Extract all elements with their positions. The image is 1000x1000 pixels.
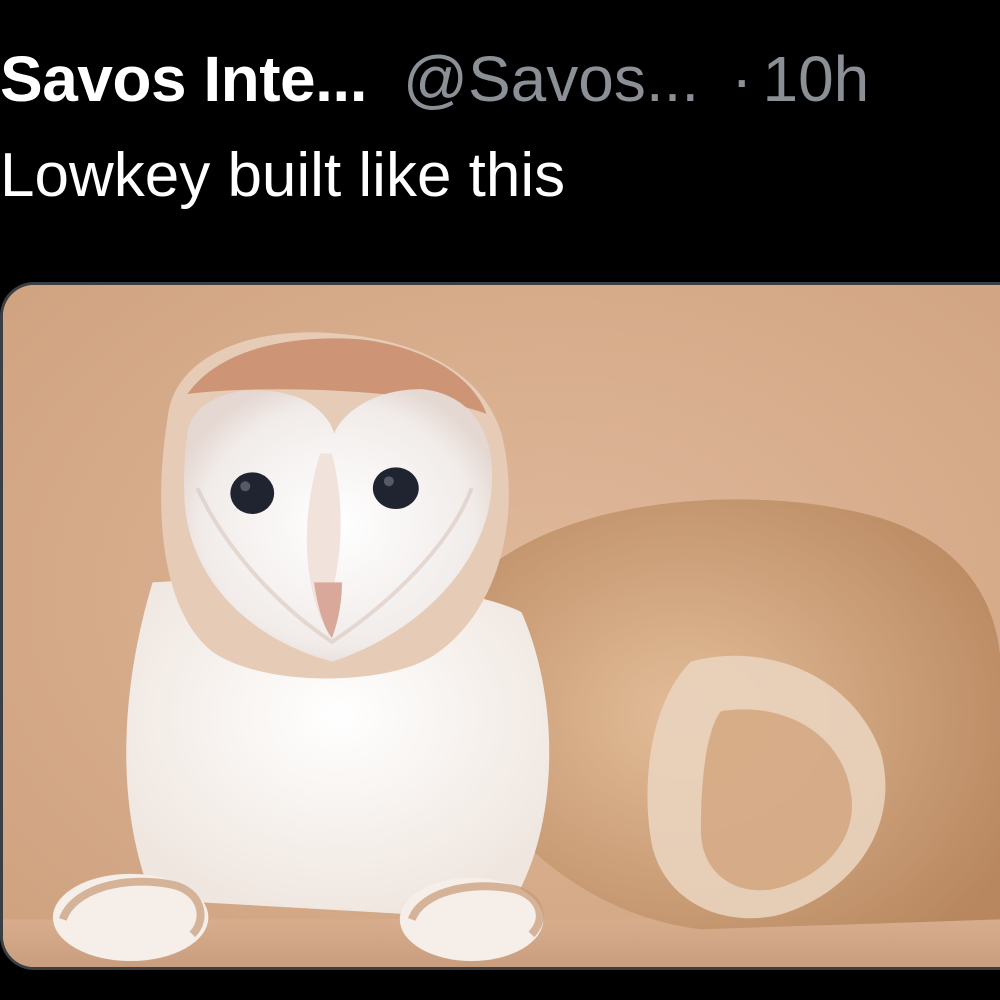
tweet-header: Savos Inte... @Savos... · 10h <box>0 42 1000 122</box>
author-display-name[interactable]: Savos Inte... <box>0 42 367 116</box>
tweet-timestamp[interactable]: 10h <box>762 42 869 116</box>
tweet-text: Lowkey built like this <box>0 141 566 210</box>
owl-cat-photo <box>3 285 1000 967</box>
tweet-media-image[interactable] <box>0 282 1000 970</box>
author-handle[interactable]: @Savos... <box>403 42 699 116</box>
tweet[interactable]: Savos Inte... @Savos... · 10h Lowkey bui… <box>0 0 1000 1000</box>
header-separator: · <box>731 43 753 115</box>
